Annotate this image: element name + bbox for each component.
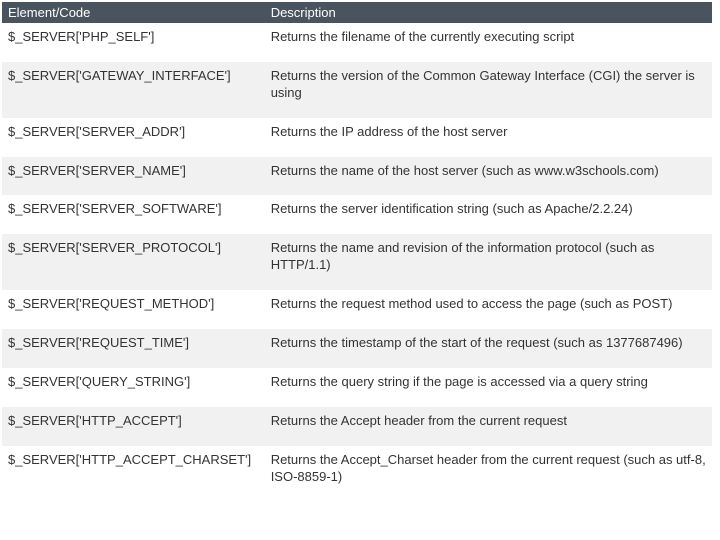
cell-description: Returns the IP address of the host serve… xyxy=(265,118,712,157)
cell-description: Returns the timestamp of the start of th… xyxy=(265,329,712,368)
table-row: $_SERVER['SERVER_ADDR'] Returns the IP a… xyxy=(2,118,712,157)
cell-description: Returns the server identification string… xyxy=(265,195,712,234)
table-row: $_SERVER['SERVER_PROTOCOL'] Returns the … xyxy=(2,234,712,290)
table-row: $_SERVER['GATEWAY_INTERFACE'] Returns th… xyxy=(2,62,712,118)
header-description: Description xyxy=(265,2,712,23)
table-row: $_SERVER['REQUEST_TIME'] Returns the tim… xyxy=(2,329,712,368)
table-row: $_SERVER['SERVER_SOFTWARE'] Returns the … xyxy=(2,195,712,234)
cell-code: $_SERVER['REQUEST_TIME'] xyxy=(2,329,265,368)
cell-description: Returns the name of the host server (suc… xyxy=(265,157,712,196)
table-row: $_SERVER['QUERY_STRING'] Returns the que… xyxy=(2,368,712,407)
table-row: $_SERVER['PHP_SELF'] Returns the filenam… xyxy=(2,23,712,62)
cell-description: Returns the request method used to acces… xyxy=(265,290,712,329)
cell-code: $_SERVER['REQUEST_METHOD'] xyxy=(2,290,265,329)
cell-code: $_SERVER['HTTP_ACCEPT'] xyxy=(2,407,265,446)
cell-code: $_SERVER['HTTP_ACCEPT_CHARSET'] xyxy=(2,446,265,502)
server-variables-table: Element/Code Description $_SERVER['PHP_S… xyxy=(2,2,712,501)
cell-description: Returns the version of the Common Gatewa… xyxy=(265,62,712,118)
cell-description: Returns the query string if the page is … xyxy=(265,368,712,407)
table-row: $_SERVER['REQUEST_METHOD'] Returns the r… xyxy=(2,290,712,329)
cell-code: $_SERVER['SERVER_ADDR'] xyxy=(2,118,265,157)
cell-description: Returns the name and revision of the inf… xyxy=(265,234,712,290)
cell-code: $_SERVER['GATEWAY_INTERFACE'] xyxy=(2,62,265,118)
table-row: $_SERVER['SERVER_NAME'] Returns the name… xyxy=(2,157,712,196)
cell-code: $_SERVER['SERVER_NAME'] xyxy=(2,157,265,196)
table-row: $_SERVER['HTTP_ACCEPT_CHARSET'] Returns … xyxy=(2,446,712,502)
cell-code: $_SERVER['PHP_SELF'] xyxy=(2,23,265,62)
cell-description: Returns the filename of the currently ex… xyxy=(265,23,712,62)
cell-description: Returns the Accept_Charset header from t… xyxy=(265,446,712,502)
header-code: Element/Code xyxy=(2,2,265,23)
cell-code: $_SERVER['QUERY_STRING'] xyxy=(2,368,265,407)
table-row: $_SERVER['HTTP_ACCEPT'] Returns the Acce… xyxy=(2,407,712,446)
table-header-row: Element/Code Description xyxy=(2,2,712,23)
cell-code: $_SERVER['SERVER_PROTOCOL'] xyxy=(2,234,265,290)
cell-code: $_SERVER['SERVER_SOFTWARE'] xyxy=(2,195,265,234)
cell-description: Returns the Accept header from the curre… xyxy=(265,407,712,446)
